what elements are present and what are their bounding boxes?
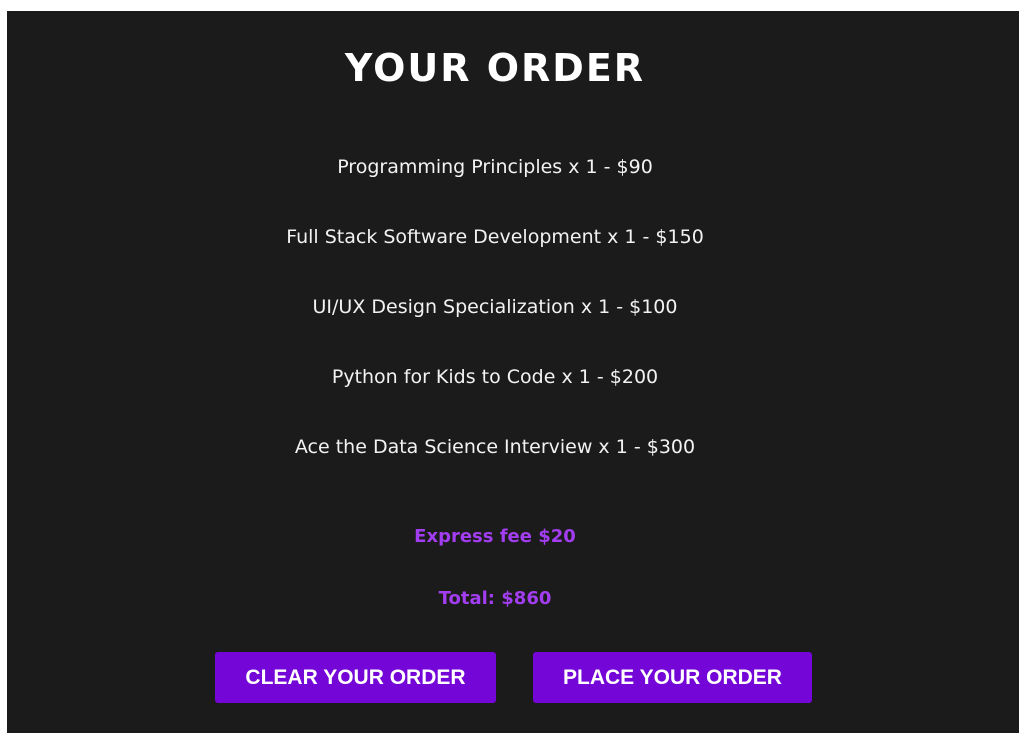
clear-order-button[interactable]: CLEAR YOUR ORDER: [215, 652, 496, 703]
order-items-list: Programming Principles x 1 - $90 Full St…: [7, 155, 983, 505]
place-order-button[interactable]: PLACE YOUR ORDER: [533, 652, 812, 703]
order-item: Programming Principles x 1 - $90: [337, 156, 653, 178]
order-item: Python for Kids to Code x 1 - $200: [331, 366, 659, 388]
page-title: YOUR ORDER: [344, 46, 646, 90]
order-item: UI/UX Design Specialization x 1 - $100: [312, 296, 678, 318]
order-item: Full Stack Software Development x 1 - $1…: [286, 226, 704, 248]
order-panel: YOUR ORDER Programming Principles x 1 - …: [7, 11, 1019, 733]
express-fee: Express fee $20: [414, 526, 576, 547]
order-item: Ace the Data Science Interview x 1 - $30…: [294, 436, 696, 458]
order-total: Total: $860: [438, 588, 552, 609]
